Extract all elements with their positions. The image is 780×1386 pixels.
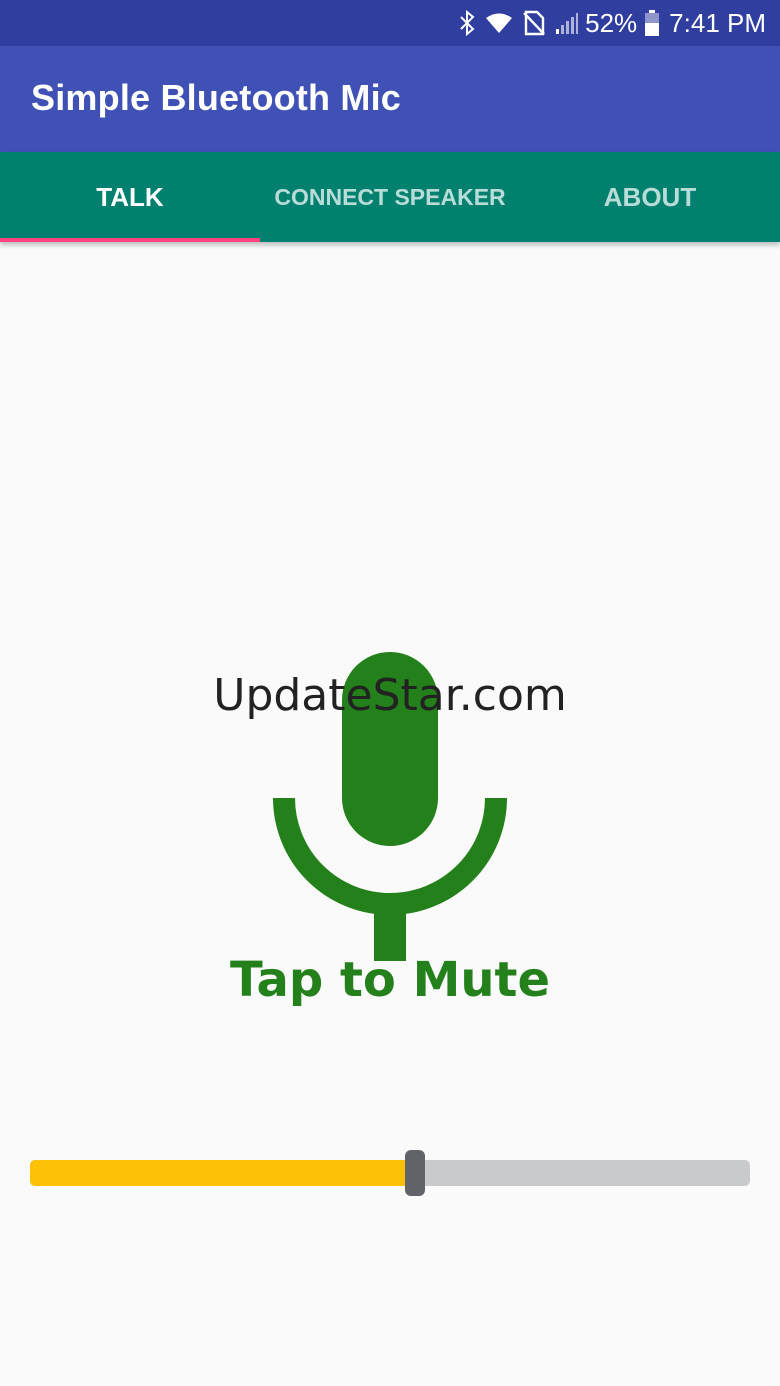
watermark-text: UpdateStar.com bbox=[213, 670, 567, 721]
battery-percent: 52% bbox=[585, 7, 638, 38]
tab-talk-label: TALK bbox=[96, 181, 164, 212]
tab-connect-speaker[interactable]: CONNECT SPEAKER bbox=[260, 152, 520, 242]
tab-bar: TALK CONNECT SPEAKER ABOUT bbox=[0, 152, 780, 242]
volume-slider[interactable] bbox=[30, 1150, 750, 1198]
tab-about[interactable]: ABOUT bbox=[520, 152, 780, 242]
no-sim-icon bbox=[523, 10, 545, 36]
status-bar: 52% 7:41 PM bbox=[0, 0, 780, 46]
tab-talk[interactable]: TALK bbox=[0, 152, 260, 242]
wifi-icon bbox=[485, 12, 513, 34]
slider-thumb[interactable] bbox=[405, 1150, 425, 1196]
app-title: Simple Bluetooth Mic bbox=[31, 77, 402, 118]
tab-indicator bbox=[0, 238, 260, 242]
tab-connect-speaker-label: CONNECT SPEAKER bbox=[274, 183, 506, 210]
bluetooth-icon bbox=[459, 10, 475, 36]
battery-icon bbox=[645, 10, 660, 36]
slider-fill bbox=[30, 1160, 415, 1186]
signal-icon bbox=[555, 11, 579, 35]
tab-about-label: ABOUT bbox=[603, 181, 697, 212]
status-time: 7:41 PM bbox=[669, 7, 766, 38]
app-bar: Simple Bluetooth Mic bbox=[0, 46, 780, 152]
